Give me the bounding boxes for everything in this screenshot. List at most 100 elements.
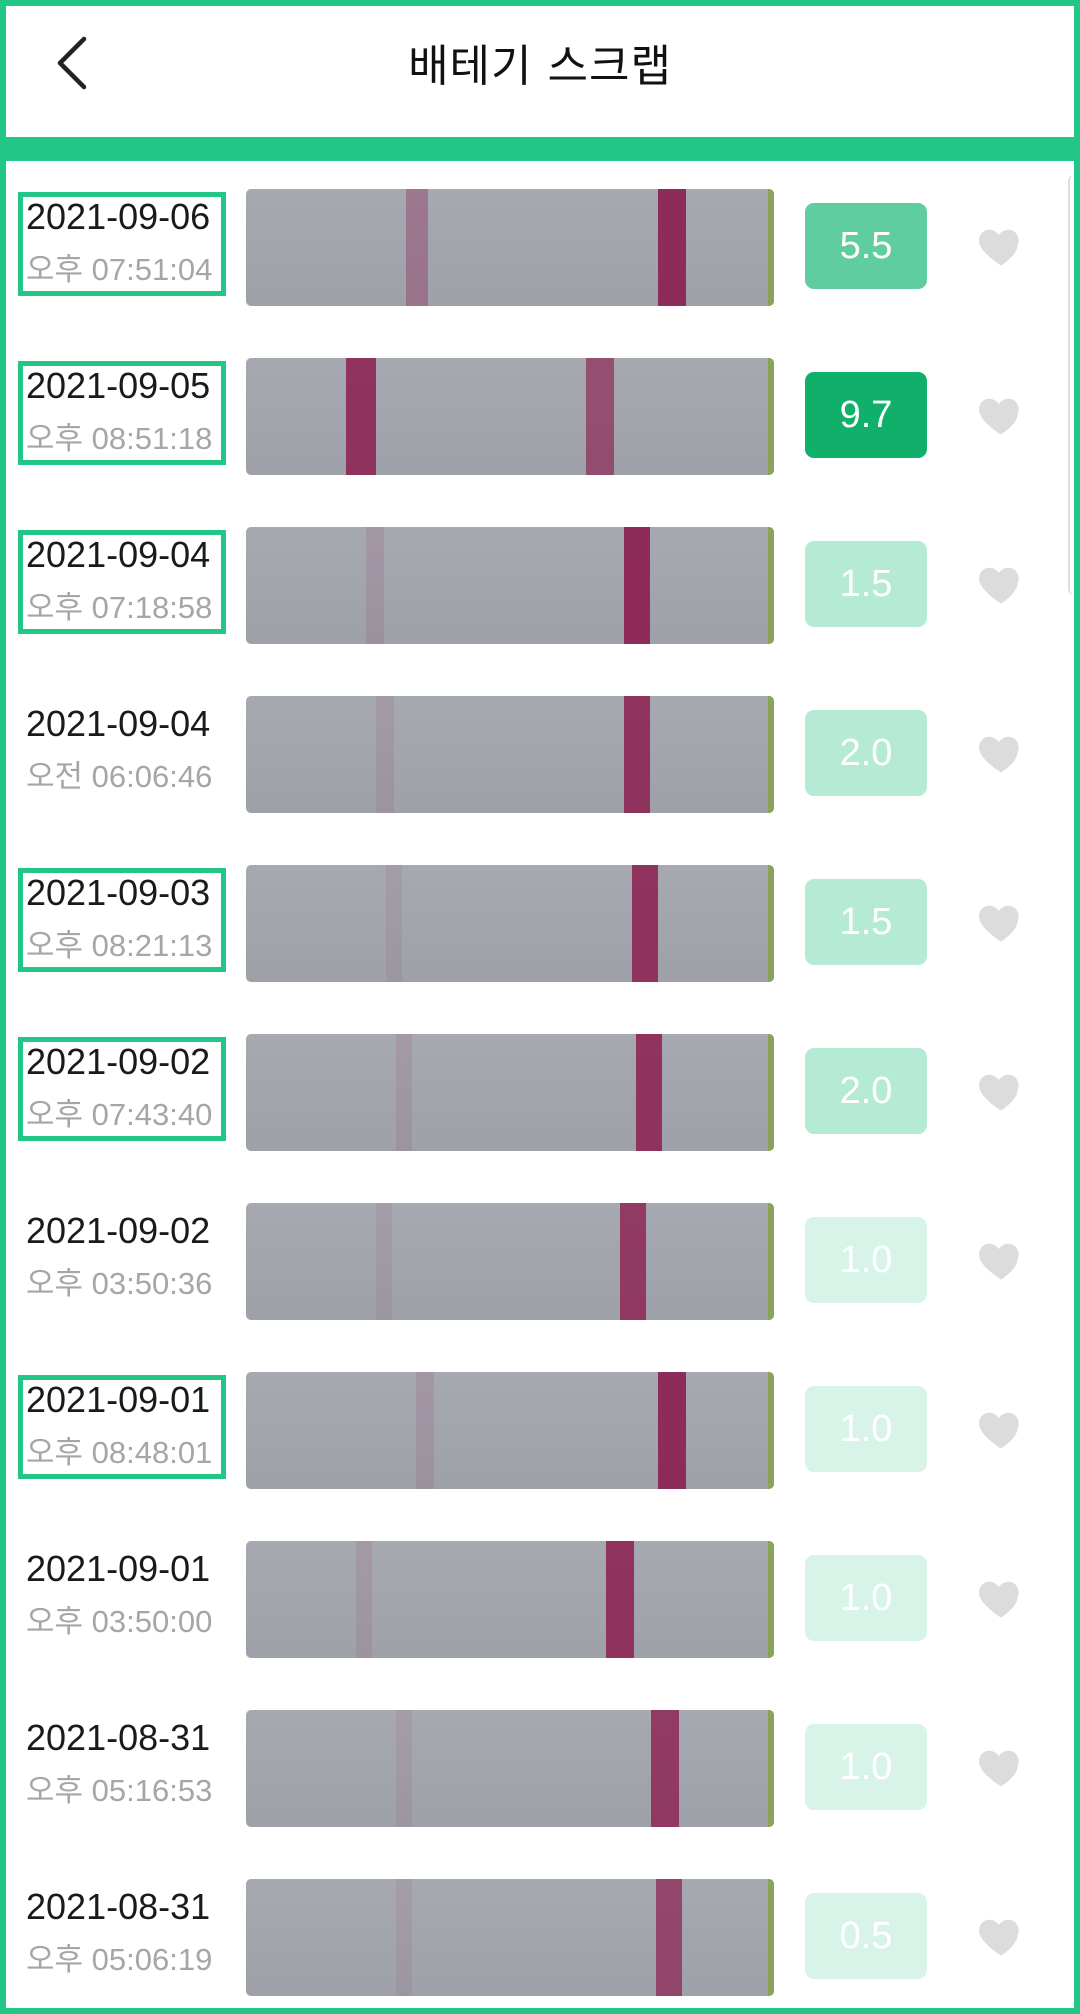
list-item[interactable]: 2021-09-02 오후 03:50:36 1.0 <box>0 1194 1080 1334</box>
test-strip-line <box>406 189 428 306</box>
test-strip-line <box>376 1203 392 1320</box>
test-strip-line <box>386 865 402 982</box>
heart-icon[interactable] <box>975 727 1027 779</box>
list-item[interactable]: 2021-09-04 오후 07:18:58 1.5 <box>0 518 1080 658</box>
record-time: 오후 07:43:40 <box>26 1097 213 1132</box>
test-strip-image[interactable] <box>246 1203 774 1320</box>
record-date: 2021-08-31 <box>26 1717 211 1758</box>
scrollbar[interactable] <box>1068 175 1080 595</box>
test-strip-line <box>366 527 384 644</box>
strip-edge <box>768 696 774 813</box>
test-strip-line <box>658 1372 686 1489</box>
record-time: 오전 06:06:46 <box>26 759 213 794</box>
record-date: 2021-09-01 <box>26 1548 211 1589</box>
test-strip-line <box>624 696 650 813</box>
test-strip-line <box>396 1710 412 1827</box>
record-time: 오후 05:06:19 <box>26 1942 213 1977</box>
heart-icon[interactable] <box>975 1572 1027 1624</box>
test-strip-line <box>356 1541 372 1658</box>
record-date: 2021-09-02 <box>26 1210 211 1251</box>
list-item[interactable]: 2021-09-03 오후 08:21:13 1.5 <box>0 856 1080 996</box>
record-time: 오후 08:51:18 <box>26 421 213 456</box>
score-badge[interactable]: 2.0 <box>805 710 927 796</box>
record-time: 오후 08:21:13 <box>26 928 213 963</box>
score-badge[interactable]: 1.0 <box>805 1724 927 1810</box>
page-title: 배테기 스크랩 <box>408 41 672 92</box>
record-time: 오후 03:50:36 <box>26 1266 213 1301</box>
strip-edge <box>768 189 774 306</box>
record-date: 2021-09-04 <box>26 534 211 575</box>
record-date: 2021-09-06 <box>26 196 211 237</box>
strip-edge <box>768 527 774 644</box>
test-strip-image[interactable] <box>246 527 774 644</box>
test-strip-line <box>396 1879 412 1996</box>
record-date: 2021-09-01 <box>26 1379 211 1420</box>
heart-icon[interactable] <box>975 1234 1027 1286</box>
test-strip-image[interactable] <box>246 1372 774 1489</box>
test-strip-image[interactable] <box>246 189 774 306</box>
record-time: 오후 07:18:58 <box>26 590 213 625</box>
test-strip-image[interactable] <box>246 865 774 982</box>
score-badge[interactable]: 0.5 <box>805 1893 927 1979</box>
score-badge[interactable]: 1.0 <box>805 1217 927 1303</box>
heart-icon[interactable] <box>975 1741 1027 1793</box>
strip-edge <box>768 1710 774 1827</box>
app-header: 배테기 스크랩 <box>0 0 1080 137</box>
strip-edge <box>768 1372 774 1489</box>
strip-edge <box>768 1203 774 1320</box>
list-item[interactable]: 2021-08-31 오후 05:16:53 1.0 <box>0 1701 1080 1841</box>
test-strip-line <box>346 358 376 475</box>
heart-icon[interactable] <box>975 896 1027 948</box>
strip-edge <box>768 1879 774 1996</box>
test-strip-line <box>606 1541 634 1658</box>
test-strip-line <box>620 1203 646 1320</box>
test-strip-image[interactable] <box>246 358 774 475</box>
test-strip-line <box>396 1034 412 1151</box>
record-date: 2021-08-31 <box>26 1886 211 1927</box>
heart-icon[interactable] <box>975 558 1027 610</box>
test-strip-image[interactable] <box>246 1710 774 1827</box>
test-strip-line <box>586 358 614 475</box>
test-strip-image[interactable] <box>246 1541 774 1658</box>
test-strip-line <box>651 1710 679 1827</box>
record-time: 오후 05:16:53 <box>26 1773 213 1808</box>
test-strip-line <box>656 1879 682 1996</box>
test-strip-line <box>376 696 394 813</box>
heart-icon[interactable] <box>975 1910 1027 1962</box>
score-badge[interactable]: 2.0 <box>805 1048 927 1134</box>
strip-edge <box>768 358 774 475</box>
list-item[interactable]: 2021-08-31 오후 05:06:19 0.5 <box>0 1870 1080 2010</box>
test-strip-image[interactable] <box>246 1034 774 1151</box>
list-item[interactable]: 2021-09-01 오후 03:50:00 1.0 <box>0 1532 1080 1672</box>
strip-edge <box>768 1034 774 1151</box>
list-item[interactable]: 2021-09-05 오후 08:51:18 9.7 <box>0 349 1080 489</box>
list-item[interactable]: 2021-09-02 오후 07:43:40 2.0 <box>0 1025 1080 1165</box>
score-badge[interactable]: 1.5 <box>805 541 927 627</box>
record-date: 2021-09-04 <box>26 703 211 744</box>
score-badge[interactable]: 1.0 <box>805 1555 927 1641</box>
test-strip-line <box>624 527 650 644</box>
score-badge[interactable]: 9.7 <box>805 372 927 458</box>
test-strip-line <box>632 865 658 982</box>
score-badge[interactable]: 5.5 <box>805 203 927 289</box>
heart-icon[interactable] <box>975 1065 1027 1117</box>
score-badge[interactable]: 1.0 <box>805 1386 927 1472</box>
record-time: 오후 07:51:04 <box>26 252 213 287</box>
list-item[interactable]: 2021-09-04 오전 06:06:46 2.0 <box>0 687 1080 827</box>
heart-icon[interactable] <box>975 1403 1027 1455</box>
test-strip-line <box>658 189 686 306</box>
test-strip-image[interactable] <box>246 696 774 813</box>
header-divider <box>0 137 1080 161</box>
list-item[interactable]: 2021-09-01 오후 08:48:01 1.0 <box>0 1363 1080 1503</box>
record-date: 2021-09-05 <box>26 365 211 406</box>
record-time: 오후 08:48:01 <box>26 1435 213 1470</box>
heart-icon[interactable] <box>975 389 1027 441</box>
test-strip-line <box>416 1372 434 1489</box>
strip-edge <box>768 1541 774 1658</box>
test-strip-image[interactable] <box>246 1879 774 1996</box>
list-item[interactable]: 2021-09-06 오후 07:51:04 5.5 <box>0 180 1080 320</box>
heart-icon[interactable] <box>975 220 1027 272</box>
score-badge[interactable]: 1.5 <box>805 879 927 965</box>
record-date: 2021-09-03 <box>26 872 211 913</box>
record-date: 2021-09-02 <box>26 1041 211 1082</box>
